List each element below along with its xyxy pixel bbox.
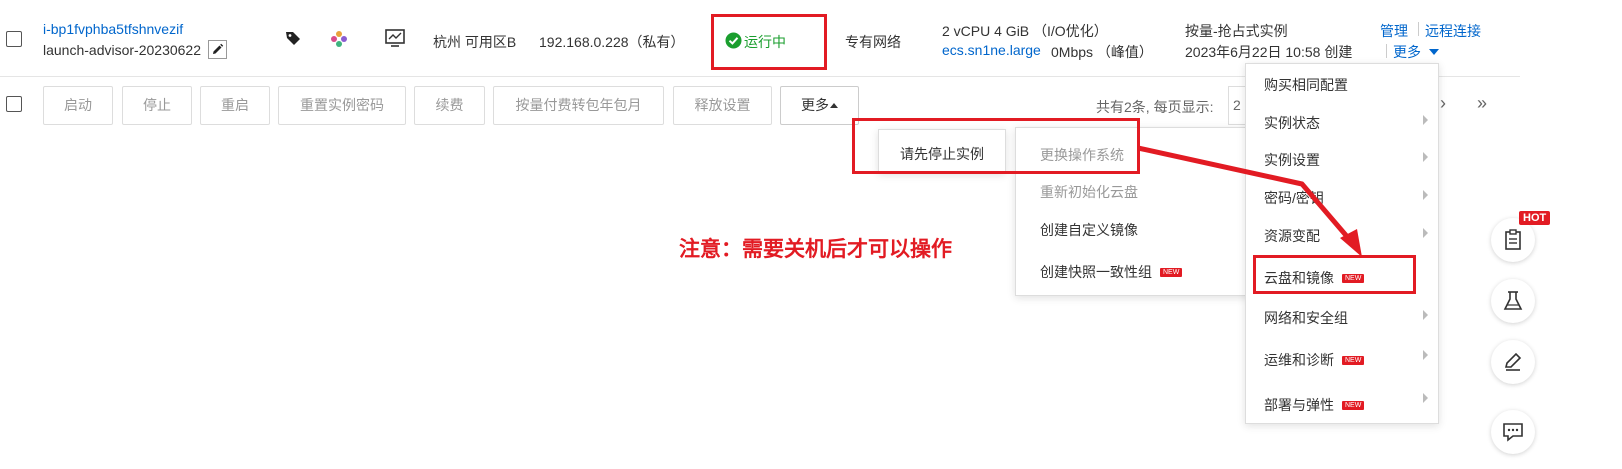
annotation-arrow [1137,145,1362,257]
chat-button[interactable] [1491,410,1535,454]
chat-icon [1503,423,1523,442]
clipboard-icon [1505,229,1521,250]
hot-badge: HOT [1519,211,1551,225]
edit-feedback-button[interactable] [1491,340,1535,384]
lab-button[interactable] [1491,279,1535,323]
flask-icon [1503,291,1523,310]
pen-icon [1504,352,1522,371]
